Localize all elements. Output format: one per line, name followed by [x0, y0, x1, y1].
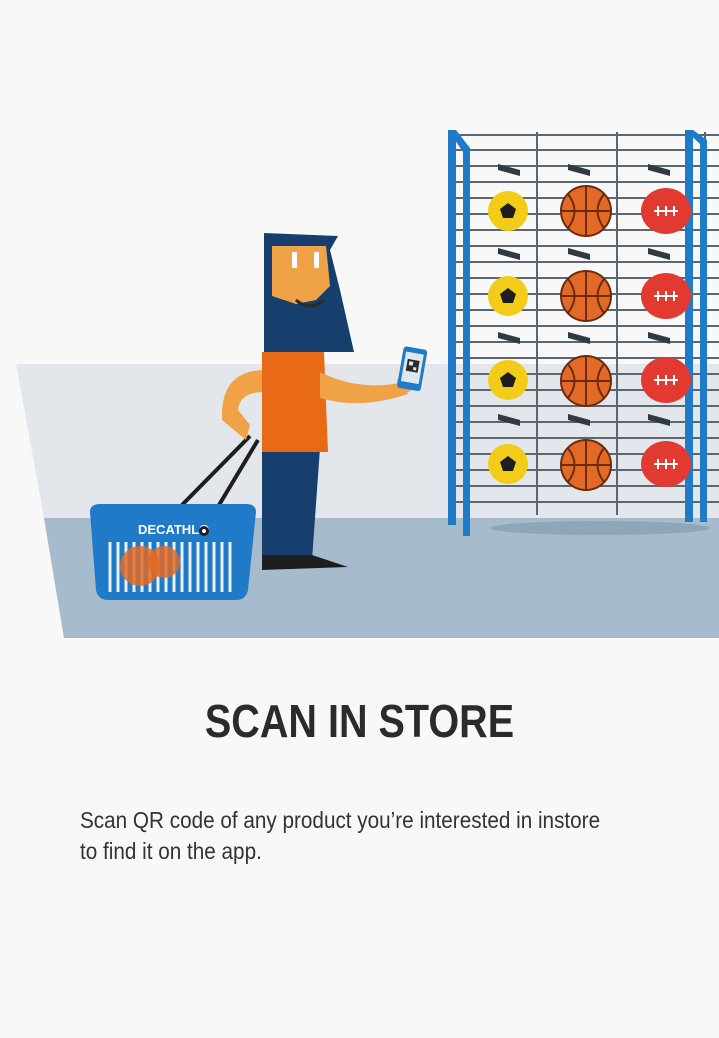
onboarding-description: Scan QR code of any product you’re inter…: [80, 805, 620, 867]
basket-brand-logo: DECATHLO: [138, 522, 209, 537]
description-line-2: to find it on the app.: [80, 838, 262, 864]
rack-shadow: [490, 521, 710, 535]
scan-in-store-illustration: DECATHLO: [16, 130, 719, 638]
onboarding-title: SCAN IN STORE: [204, 695, 515, 747]
description-line-1: Scan QR code of any product you’re inter…: [80, 807, 601, 833]
shopping-basket: DECATHLO: [90, 504, 256, 600]
